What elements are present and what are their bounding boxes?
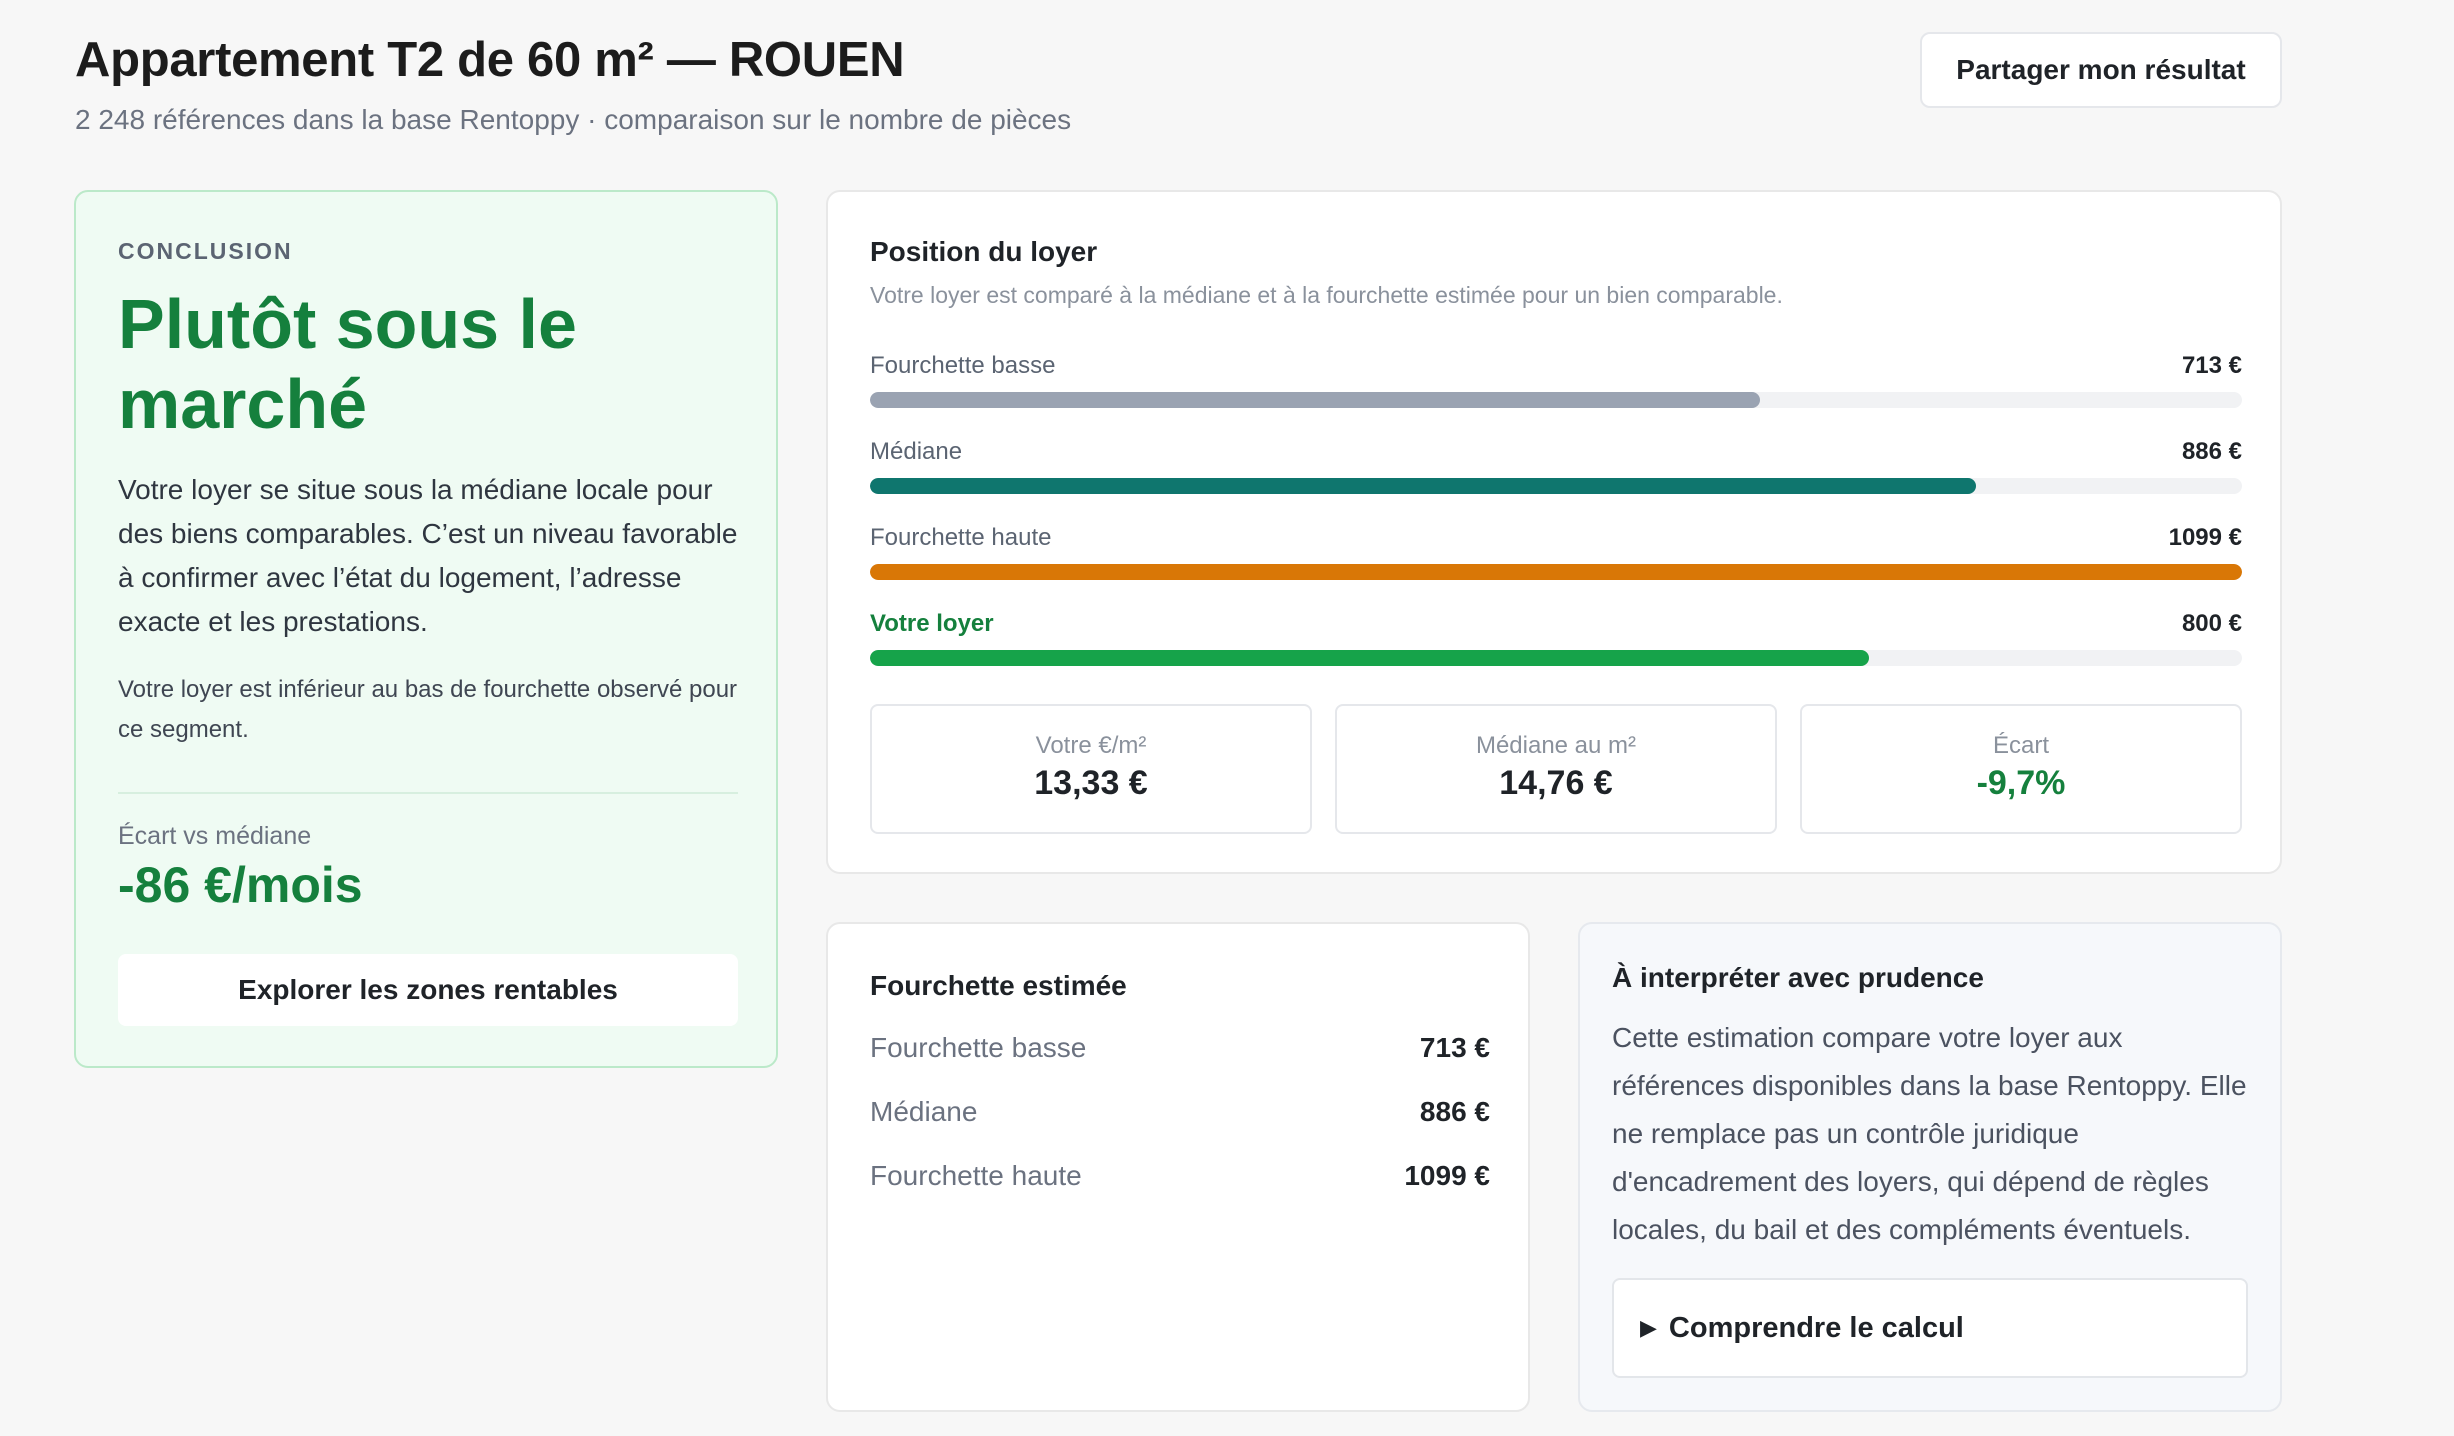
- bar-track: [870, 564, 2242, 580]
- estimated-range-card: Fourchette estimée Fourchette basse 713 …: [826, 922, 1530, 1412]
- stat-label: Écart: [1992, 732, 2049, 759]
- explore-zones-button[interactable]: Explorer les zones rentables: [118, 954, 738, 1026]
- bar-value: 1099 €: [2168, 524, 2242, 551]
- bar-row-your-rent: Votre loyer 800 €: [870, 610, 2242, 670]
- understand-calculation-toggle[interactable]: ▶ Comprendre le calcul: [1612, 1278, 2248, 1378]
- stat-value: 13,33 €: [1034, 764, 1148, 802]
- calc-toggle-label: Comprendre le calcul: [1668, 1311, 1964, 1344]
- range-value: 886 €: [1419, 1096, 1490, 1127]
- bar-value: 800 €: [2181, 610, 2242, 637]
- bar-label: Fourchette haute: [870, 524, 1052, 551]
- stat-value: -9,7%: [1976, 764, 2066, 802]
- conclusion-note: Votre loyer est inférieur au bas de four…: [118, 676, 738, 743]
- bar-fill-your-rent: [870, 650, 1869, 666]
- gap-label: Écart vs médiane: [118, 822, 312, 850]
- stat-box-gap: Écart -9,7%: [1800, 704, 2242, 834]
- caution-card: À interpréter avec prudence Cette estima…: [1578, 922, 2282, 1412]
- stat-box-price-per-m2: Votre €/m² 13,33 €: [870, 704, 1312, 834]
- bar-value: 886 €: [2181, 438, 2242, 465]
- share-result-button[interactable]: Partager mon résultat: [1920, 32, 2282, 108]
- page-title: Appartement T2 de 60 m² — ROUEN: [75, 33, 905, 87]
- range-value: 1099 €: [1404, 1160, 1490, 1191]
- range-row-high: Fourchette haute 1099 €: [870, 1160, 1490, 1200]
- bar-fill-high: [870, 564, 2242, 580]
- bar-label: Votre loyer: [870, 610, 994, 637]
- caution-body: Cette estimation compare votre loyer aux…: [1612, 1022, 2247, 1245]
- stat-value: 14,76 €: [1499, 764, 1613, 802]
- rent-position-card: Position du loyer Votre loyer est compar…: [826, 190, 2282, 874]
- range-label: Médiane: [870, 1096, 978, 1127]
- range-row-median: Médiane 886 €: [870, 1096, 1490, 1136]
- stat-box-median-per-m2: Médiane au m² 14,76 €: [1335, 704, 1777, 834]
- bar-fill-median: [870, 478, 1977, 494]
- stat-label: Votre €/m²: [1035, 732, 1147, 759]
- card-title: Fourchette estimée: [870, 970, 1127, 1001]
- bar-track: [870, 650, 2242, 666]
- bar-track: [870, 478, 2242, 494]
- stat-label: Médiane au m²: [1475, 732, 1637, 759]
- triangle-right-icon: ▶: [1640, 1315, 1657, 1340]
- bar-fill-low: [870, 392, 1761, 408]
- conclusion-eyebrow: CONCLUSION: [118, 238, 293, 264]
- bar-row-median: Médiane 886 €: [870, 438, 2242, 498]
- page-subtitle: 2 248 références dans la base Rentoppy ·…: [75, 104, 1072, 135]
- conclusion-headline: Plutôt sous le marché: [118, 285, 577, 443]
- bar-value: 713 €: [2181, 352, 2242, 379]
- range-label: Fourchette haute: [870, 1160, 1082, 1191]
- range-value: 713 €: [1419, 1032, 1490, 1063]
- conclusion-body: Votre loyer se situe sous la médiane loc…: [118, 474, 738, 637]
- bar-label: Fourchette basse: [870, 352, 1056, 379]
- bar-track: [870, 392, 2242, 408]
- range-row-low: Fourchette basse 713 €: [870, 1032, 1490, 1072]
- gap-value: -86 €/mois: [118, 857, 363, 913]
- conclusion-card: CONCLUSION Plutôt sous le marché Votre l…: [74, 190, 778, 1068]
- bar-row-low: Fourchette basse 713 €: [870, 352, 2242, 412]
- bar-row-high: Fourchette haute 1099 €: [870, 524, 2242, 584]
- card-title: À interpréter avec prudence: [1612, 962, 1984, 993]
- card-description: Votre loyer est comparé à la médiane et …: [870, 282, 1783, 308]
- divider: [118, 792, 738, 794]
- card-title: Position du loyer: [870, 236, 1098, 267]
- bar-label: Médiane: [870, 438, 963, 465]
- range-label: Fourchette basse: [870, 1032, 1087, 1063]
